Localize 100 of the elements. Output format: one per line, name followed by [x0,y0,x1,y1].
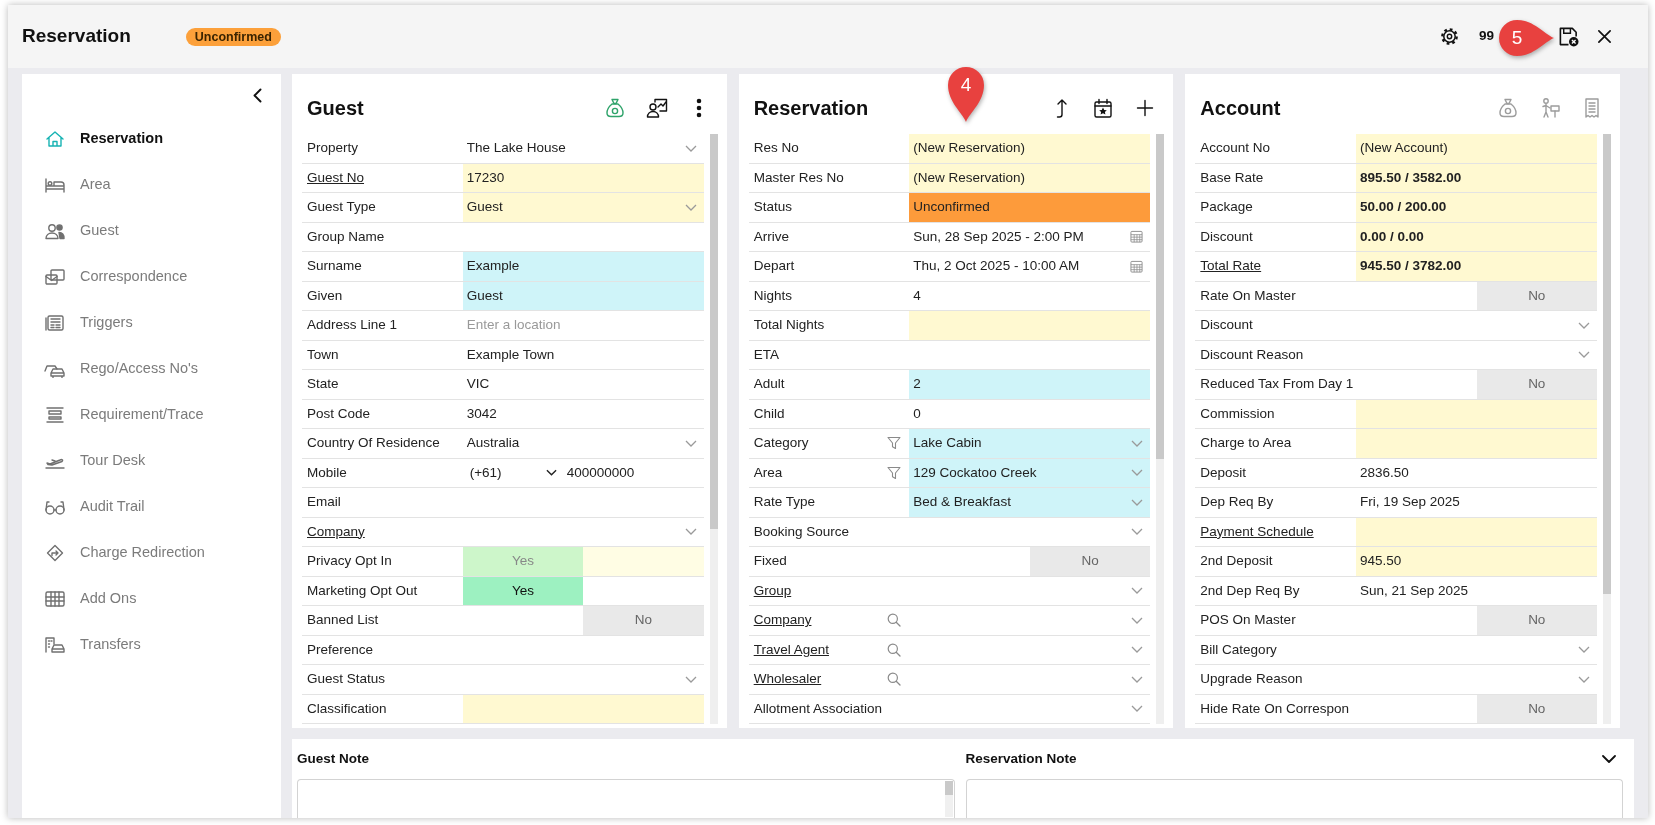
scrollbar[interactable] [709,134,718,724]
text-field[interactable] [1356,399,1597,428]
money-bag-icon[interactable] [603,97,626,119]
dropdown-field[interactable]: Australia [462,429,704,458]
filter-icon[interactable] [887,465,902,480]
sidebar-item[interactable]: Guest [22,208,281,254]
settings-icon[interactable] [1439,27,1459,46]
field-link[interactable]: Total Rate [1200,256,1262,277]
text-field[interactable]: (New Reservation) [909,134,1151,163]
sidebar-item[interactable]: Correspondence [22,254,281,300]
search-icon[interactable] [887,613,902,628]
text-field[interactable]: 3042 [462,399,704,428]
text-field[interactable]: Enter a location [462,311,704,340]
text-field[interactable]: 945.50 / 3782.00 [1356,252,1597,281]
toggle-switch[interactable]: No [1356,694,1597,723]
text-field[interactable]: 17230 [462,163,704,192]
chevron-down-icon[interactable] [1602,755,1616,763]
toggle-segment[interactable]: No [583,606,704,635]
field-label: State [307,375,339,394]
scrollbar[interactable] [944,781,953,817]
text-field[interactable]: Fri, 19 Sep 2025 [1356,488,1597,517]
note-field[interactable] [297,779,955,818]
window-title: Reservation [22,24,131,49]
toggle-segment[interactable]: No [1476,281,1597,310]
text-field[interactable]: 0.00 / 0.00 [1356,222,1597,251]
chevron-down-icon [1131,469,1144,477]
sidebar-item[interactable]: Add Ons [22,576,281,622]
field-link[interactable]: Company [753,610,812,631]
country-code-dropdown[interactable]: (+61) [462,458,563,487]
search-icon[interactable] [887,672,902,687]
note-field[interactable] [965,779,1623,818]
sidebar-item[interactable]: Triggers [22,300,281,346]
toggle-switch[interactable]: No [462,606,704,635]
toggle-switch[interactable]: No [1356,370,1597,399]
dropdown-field[interactable]: The Lake House [462,134,704,163]
toggle-segment[interactable]: No [1476,370,1597,399]
text-field[interactable]: (New Reservation) [909,163,1151,192]
text-field[interactable]: Example Town [462,340,704,369]
text-field[interactable]: 895.50 / 3582.00 [1356,163,1597,192]
text-field[interactable]: 0 [909,399,1151,428]
text-field[interactable]: 2836.50 [1356,458,1597,487]
phone-field[interactable]: 400000000 [562,458,704,487]
scrollbar[interactable] [1156,134,1165,724]
toggle-segment[interactable]: No [1476,694,1597,723]
text-field[interactable] [1356,429,1597,458]
sidebar-item[interactable]: Transfers [22,622,281,668]
calendar-icon[interactable] [1130,230,1144,244]
field-link[interactable]: Travel Agent [753,639,829,660]
date-field[interactable]: Thu, 2 Oct 2025 - 10:00 AM [909,252,1151,281]
text-field[interactable]: Guest [462,281,704,310]
toggle-switch[interactable]: Yes [462,576,704,605]
toggle-switch[interactable]: No [1356,281,1597,310]
sidebar-item[interactable]: Rego/Access No's [22,346,281,392]
sidebar-item[interactable]: Tour Desk [22,438,281,484]
text-field[interactable] [462,694,704,723]
text-field[interactable]: 945.50 [1356,547,1597,576]
text-field[interactable]: Unconfirmed [909,193,1151,222]
sidebar-item[interactable]: Audit Trail [22,484,281,530]
person-chart-icon[interactable] [645,97,668,119]
filter-icon[interactable] [887,436,902,451]
text-field[interactable] [909,311,1151,340]
scrollbar-thumb[interactable] [709,134,718,530]
dropdown-field[interactable]: Guest [462,193,704,222]
dropdown-field[interactable]: Bed & Breakfast [909,488,1151,517]
search-icon[interactable] [887,642,902,657]
field-link[interactable]: Payment Schedule [1200,521,1314,542]
field-link[interactable]: Wholesaler [753,669,822,690]
text-field[interactable]: 50.00 / 200.00 [1356,193,1597,222]
date-field[interactable]: Sun, 28 Sep 2025 - 2:00 PM [909,222,1151,251]
toggle-segment[interactable]: No [1029,547,1151,576]
text-field[interactable]: Sun, 21 Sep 2025 [1356,576,1597,605]
calendar-icon[interactable] [1130,259,1144,273]
save-icon[interactable] [1558,26,1579,47]
field-link[interactable]: Guest No [307,167,365,188]
field-link[interactable]: Company [307,521,365,542]
scrollbar-thumb[interactable] [1156,134,1165,459]
sidebar-item[interactable]: Charge Redirection [22,530,281,576]
toggle-segment[interactable]: No [1476,606,1597,635]
text-field[interactable]: VIC [462,370,704,399]
toggle-switch[interactable]: No [909,547,1151,576]
sidebar-item[interactable]: Area [22,162,281,208]
toggle-segment[interactable]: Yes [462,576,584,605]
scrollbar[interactable] [1603,134,1611,724]
dropdown-field[interactable]: Lake Cabin [909,429,1151,458]
text-field[interactable]: 2 [909,370,1151,399]
text-field[interactable] [1356,517,1597,546]
field-label: ETA [753,345,779,364]
sidebar-item[interactable]: Requirement/Trace [22,392,281,438]
calendar-star-icon[interactable] [1092,97,1115,119]
dropdown-field[interactable]: 129 Cockatoo Creek [909,458,1151,487]
chevron-left-icon[interactable] [253,87,262,103]
scrollbar-thumb[interactable] [1603,134,1611,595]
toggle-switch[interactable]: No [1356,606,1597,635]
text-field[interactable]: Example [462,252,704,281]
sidebar-item[interactable]: Reservation [22,116,281,162]
field-link[interactable]: Group [753,580,792,601]
scrollbar-thumb[interactable] [944,781,953,796]
text-field[interactable]: 4 [909,281,1151,310]
text-field[interactable]: (New Account) [1356,134,1597,163]
close-icon[interactable] [1597,29,1612,44]
